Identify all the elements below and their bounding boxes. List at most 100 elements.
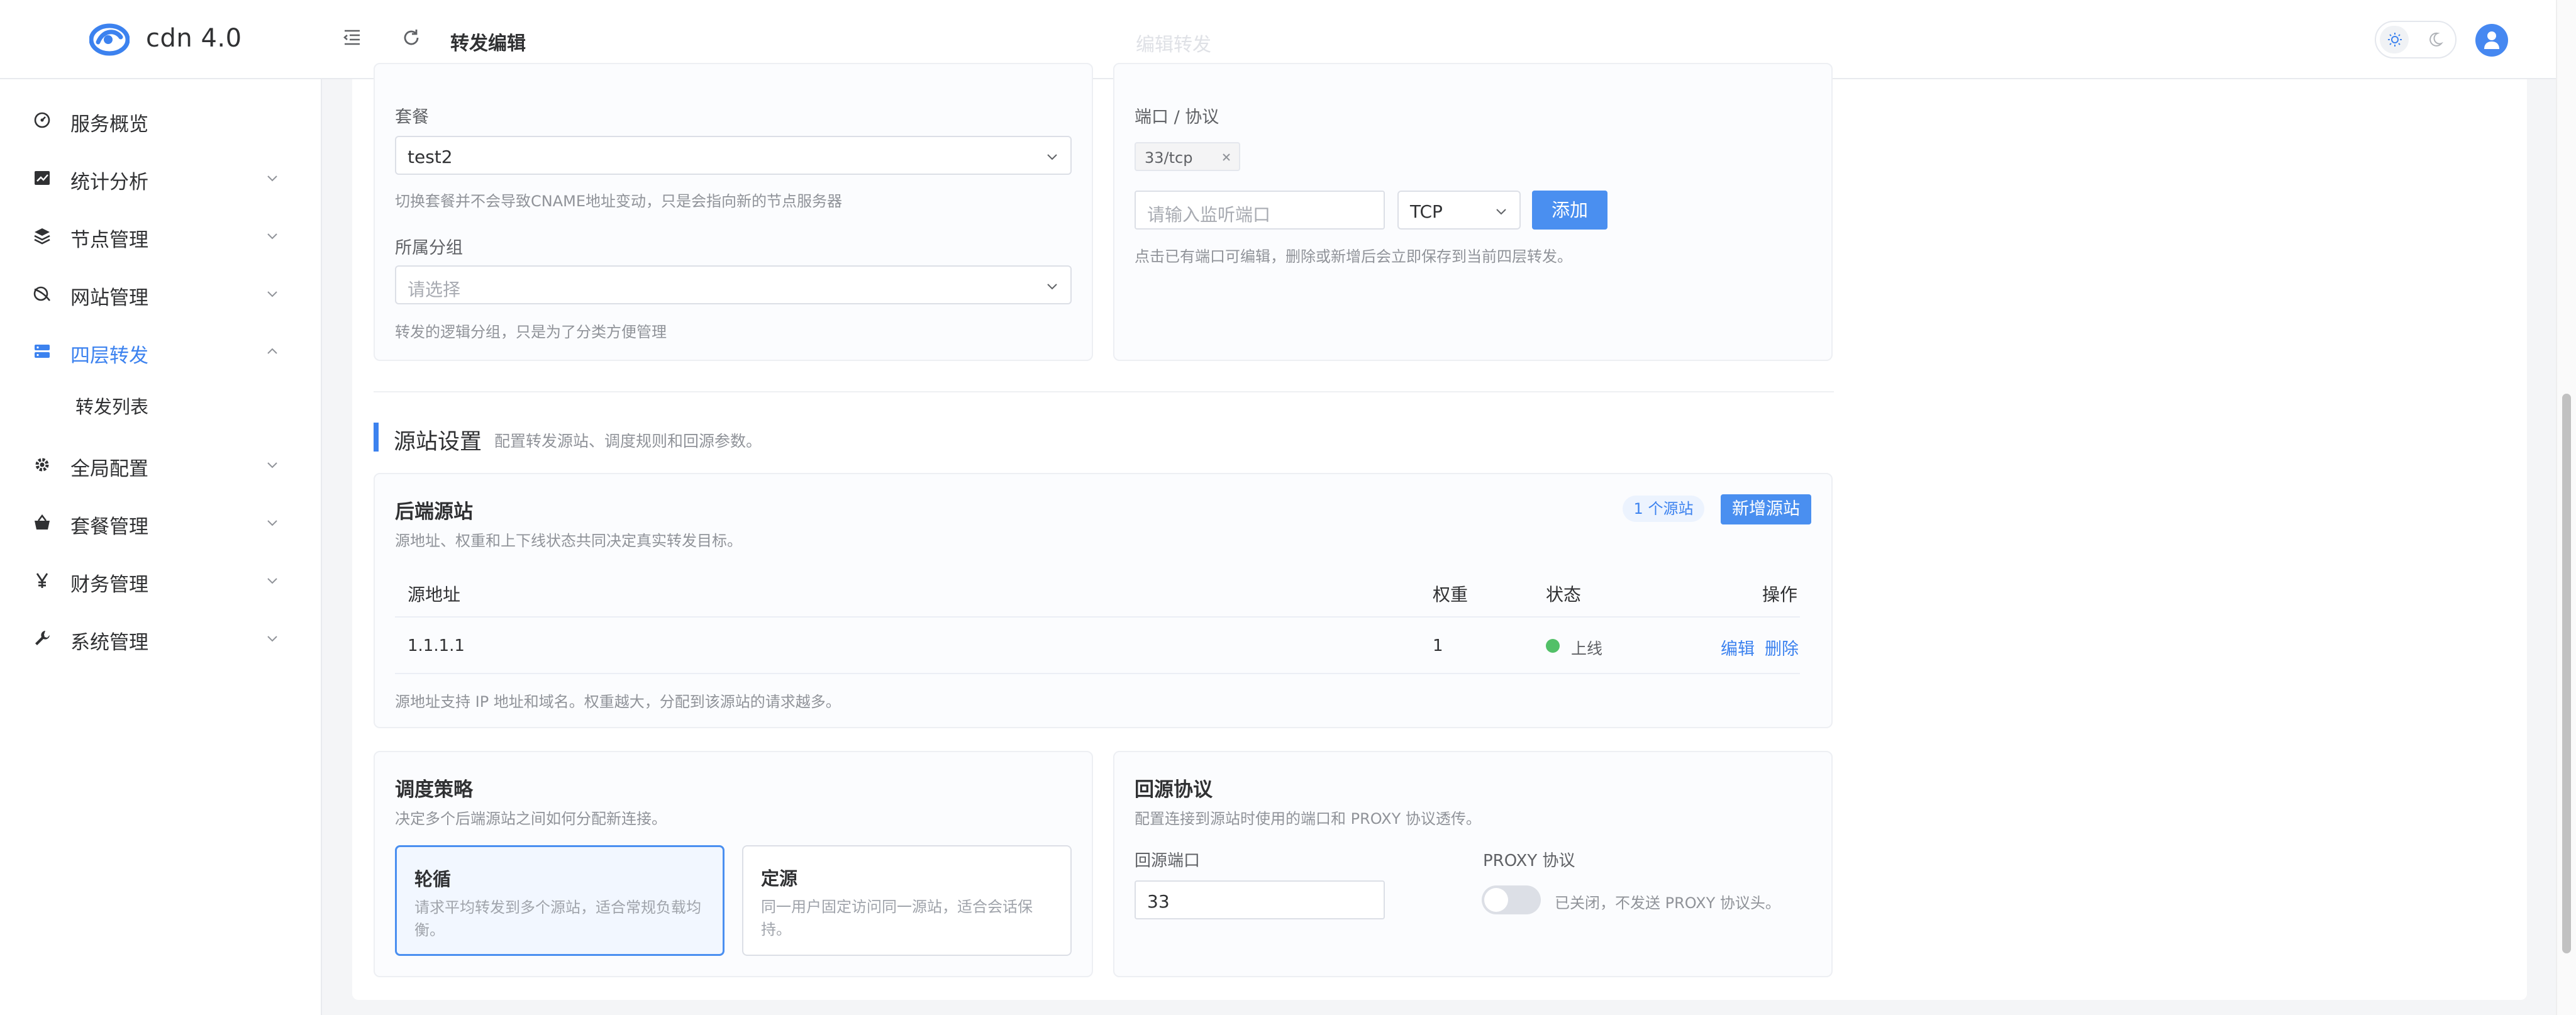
origin-section-title: 源站设置 (394, 430, 482, 455)
chevron-down-icon (1047, 154, 1057, 160)
chevron-down-icon (1496, 209, 1506, 215)
origin-port-input[interactable]: 33 (1135, 880, 1385, 919)
table-row-divider (395, 673, 1800, 674)
sidebar-item-label: 网站管理 (70, 287, 148, 309)
sidebar-item-label: 财务管理 (70, 574, 148, 596)
add-origin-button[interactable]: 新增源站 (1721, 494, 1811, 524)
breadcrumb: 转发编辑 (450, 33, 526, 55)
plan-label: 套餐 (395, 108, 429, 127)
sidebar-item-finance[interactable]: 财务管理 (0, 555, 322, 605)
port-protocol-label: 端口 / 协议 (1135, 108, 1219, 127)
switch-knob (1484, 888, 1508, 912)
port-tag-text: 33/tcp (1145, 149, 1193, 167)
sidebar-item-label: 全局配置 (70, 458, 148, 480)
proxy-status-text: 已关闭，不发送 PROXY 协议头。 (1555, 894, 1780, 912)
sidebar-subitem-label: 转发列表 (75, 396, 149, 418)
sidebar-subitem-forward-list[interactable]: 转发列表 (0, 381, 322, 425)
chevron-down-icon (1047, 284, 1057, 290)
layers-icon (34, 228, 50, 245)
sidebar-item-websites[interactable]: 网站管理 (0, 268, 322, 318)
origin-hint: 源地址支持 IP 地址和域名。权重越大，分配到该源站的请求越多。 (395, 693, 841, 711)
user-icon (2484, 31, 2499, 49)
chevron-up-icon (267, 348, 277, 354)
sidebar-item-label: 四层转发 (70, 345, 148, 367)
origin-port-label: 回源端口 (1135, 851, 1201, 870)
sidebar: 服务概览 统计分析 节点管理 网站管理 四层转发 转发列表 全局配置 套餐管理 … (0, 79, 322, 1015)
table-header-divider (395, 616, 1800, 618)
plan-hint: 切换套餐并不会导致CNAME地址变动，只是会指向新的节点服务器 (395, 192, 842, 210)
origin-protocol-title: 回源协议 (1135, 779, 1213, 801)
port-hint: 点击已有端口可编辑，删除或新增后会立即保存到当前四层转发。 (1135, 248, 1572, 265)
chevron-down-icon (267, 462, 277, 469)
plan-select[interactable]: test2 (395, 136, 1072, 175)
chevron-down-icon (267, 291, 277, 297)
chevron-down-icon (267, 520, 277, 526)
gear-icon (35, 458, 49, 472)
backend-desc: 源地址、权重和上下线状态共同决定真实转发目标。 (395, 532, 742, 550)
protocol-select[interactable]: TCP (1397, 191, 1521, 230)
status-dot-online (1546, 639, 1560, 653)
globe-icon (33, 286, 51, 301)
chevron-down-icon (267, 233, 277, 240)
logo-icon (89, 23, 130, 56)
port-tag[interactable]: 33/tcp (1135, 142, 1240, 171)
server-icon (35, 345, 50, 358)
column-header-weight: 权重 (1433, 584, 1468, 605)
edit-origin-link[interactable]: 编辑 (1721, 635, 1755, 660)
sidebar-item-l4-forward[interactable]: 四层转发 (0, 326, 322, 376)
yen-icon (36, 573, 48, 588)
origin-weight-cell: 1 (1433, 636, 1443, 655)
schedule-desc: 决定多个后端源站之间如何分配新连接。 (395, 810, 667, 828)
chevron-down-icon (267, 636, 277, 642)
sidebar-item-statistics[interactable]: 统计分析 (0, 152, 322, 202)
sidebar-item-overview[interactable]: 服务概览 (0, 94, 322, 145)
sidebar-item-system[interactable]: 系统管理 (0, 613, 322, 663)
schedule-option-fixed-origin[interactable]: 定源 同一用户固定访问同一源站，适合会话保持。 (742, 845, 1072, 956)
option-desc: 请求平均转发到多个源站，适合常规负载均衡。 (414, 899, 701, 939)
sidebar-item-label: 系统管理 (70, 631, 148, 654)
sidebar-item-label: 套餐管理 (70, 516, 148, 538)
column-header-status: 状态 (1546, 584, 1582, 605)
schedule-option-round-robin[interactable]: 轮循 请求平均转发到多个源站，适合常规负载均衡。 (395, 845, 724, 956)
close-icon[interactable] (1220, 151, 1233, 164)
chart-icon (35, 171, 50, 185)
theme-toggle[interactable] (2375, 21, 2457, 58)
delete-origin-link[interactable]: 删除 (1765, 635, 1799, 660)
sidebar-item-plans[interactable]: 套餐管理 (0, 497, 322, 547)
option-title: 定源 (761, 868, 798, 889)
page-scrollbar-thumb[interactable] (2562, 394, 2571, 953)
group-select[interactable]: 请选择 (395, 265, 1072, 304)
brand-name: cdn 4.0 (146, 24, 242, 53)
backend-title: 后端源站 (395, 501, 473, 523)
origin-status-cell: 上线 (1571, 640, 1603, 658)
listen-port-input[interactable]: 请输入监听端口 (1135, 191, 1385, 230)
origin-address-cell: 1.1.1.1 (408, 636, 465, 655)
sun-icon (2388, 33, 2402, 47)
option-desc: 同一用户固定访问同一源站，适合会话保持。 (761, 898, 1033, 938)
group-label: 所属分组 (395, 238, 463, 258)
moon-icon (2429, 32, 2443, 47)
dashboard-icon (34, 112, 50, 128)
section-divider (374, 391, 1834, 392)
avatar[interactable] (2475, 24, 2508, 57)
origin-count-badge: 1 个源站 (1623, 496, 1704, 522)
origin-protocol-panel (1113, 751, 1833, 977)
sidebar-item-nodes[interactable]: 节点管理 (0, 210, 322, 260)
protocol-select-value: TCP (1410, 201, 1443, 222)
basic-settings-panel (374, 63, 1093, 361)
chevron-down-icon (267, 578, 277, 584)
option-title: 轮循 (414, 868, 452, 890)
sidebar-item-global-config[interactable]: 全局配置 (0, 439, 322, 489)
column-header-address: 源地址 (408, 584, 461, 605)
proxy-protocol-switch[interactable] (1482, 885, 1541, 914)
column-header-actions: 操作 (1762, 584, 1798, 605)
chevron-down-icon (267, 175, 277, 182)
schedule-title: 调度策略 (395, 779, 473, 801)
add-port-button[interactable]: 添加 (1532, 191, 1607, 230)
refresh-icon[interactable] (400, 26, 423, 49)
sidebar-item-label: 统计分析 (70, 171, 148, 194)
group-hint: 转发的逻辑分组，只是为了分类方便管理 (395, 323, 667, 341)
basket-icon (35, 514, 50, 530)
origin-protocol-desc: 配置连接到源站时使用的端口和 PROXY 协议透传。 (1135, 810, 1481, 828)
collapse-menu-icon[interactable] (341, 26, 364, 49)
